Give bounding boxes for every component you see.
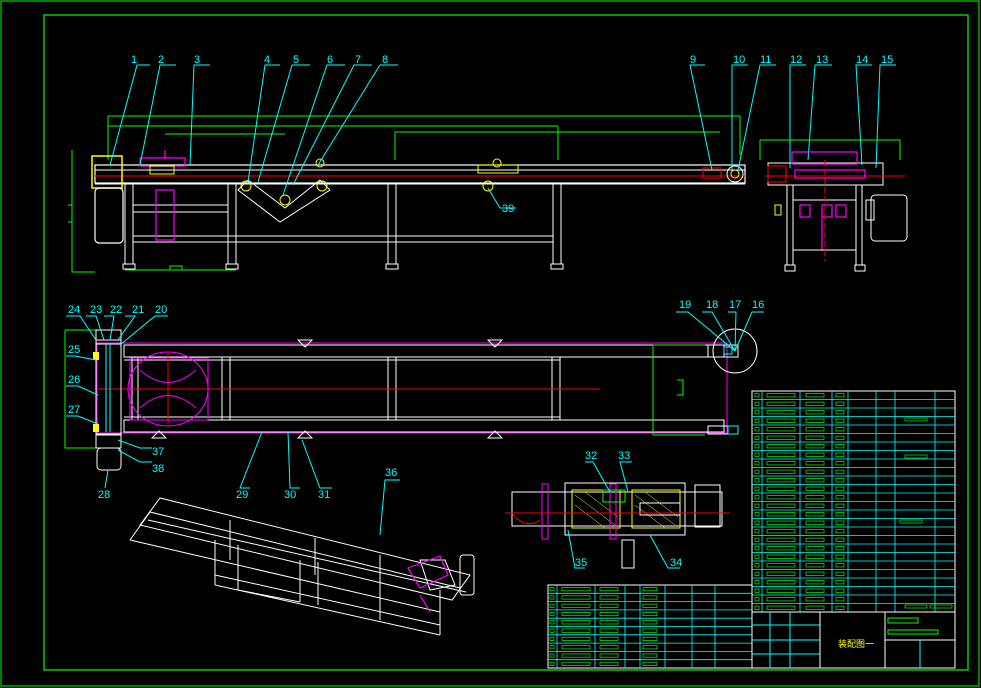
- callout-37: 37: [152, 446, 164, 458]
- callout-15: 15: [881, 54, 893, 66]
- callout-22: 22: [110, 304, 122, 316]
- callout-32: 32: [585, 450, 597, 462]
- callout-34: 34: [670, 557, 682, 569]
- callout-16: 16: [752, 299, 764, 311]
- callout-2: 2: [158, 54, 164, 66]
- callout-7: 7: [355, 54, 361, 66]
- callout-30: 30: [284, 489, 296, 501]
- callout-17: 17: [729, 299, 741, 311]
- callout-21: 21: [132, 304, 144, 316]
- callout-19: 19: [679, 299, 691, 311]
- callout-3: 3: [194, 54, 200, 66]
- callout-24: 24: [68, 304, 80, 316]
- callout-8: 8: [382, 54, 388, 66]
- callout-38: 38: [152, 463, 164, 475]
- callout-31: 31: [318, 489, 330, 501]
- callout-35: 35: [575, 557, 587, 569]
- callout-26: 26: [68, 374, 80, 386]
- callout-12: 12: [790, 54, 802, 66]
- callout-18: 18: [706, 299, 718, 311]
- callout-9: 9: [690, 54, 696, 66]
- callout-25: 25: [68, 344, 80, 356]
- callout-14: 14: [856, 54, 868, 66]
- title-block-label: 装配图一: [838, 638, 874, 649]
- callout-33: 33: [618, 450, 630, 462]
- callout-23: 23: [90, 304, 102, 316]
- callout-27: 27: [68, 404, 80, 416]
- callout-10: 10: [733, 54, 745, 66]
- callout-28: 28: [98, 489, 110, 501]
- callout-39: 39: [502, 203, 514, 215]
- callout-13: 13: [816, 54, 828, 66]
- callout-20: 20: [155, 304, 167, 316]
- callout-36: 36: [385, 467, 397, 479]
- callout-11: 11: [760, 54, 771, 66]
- callout-6: 6: [327, 54, 333, 66]
- callout-4: 4: [264, 54, 270, 66]
- callout-1: 1: [131, 54, 137, 66]
- cad-drawing-canvas: 1 2 3 4 5 6 7 8 9 10 11 12 13 14 15 39 2…: [0, 0, 981, 688]
- callout-29: 29: [236, 489, 248, 501]
- callout-5: 5: [293, 54, 299, 66]
